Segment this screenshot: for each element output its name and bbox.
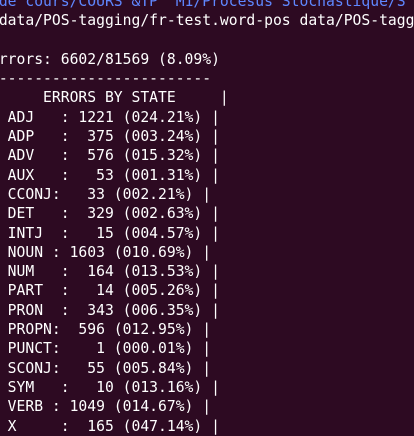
table-row-sconj: | SCONJ: 55 (005.84%) | — [0, 359, 212, 377]
terminal-window[interactable]: de cours/COURS &TP M1/Procesus Stochasti… — [0, 0, 414, 436]
table-row-num: | NUM : 164 (013.53%) | — [0, 263, 220, 281]
table-row-adv: | ADV : 576 (015.32%) | — [0, 147, 220, 165]
table-row-cconj: | CCONJ: 33 (002.21%) | — [0, 185, 212, 203]
table-row-sym: | SYM : 10 (013.16%) | — [0, 378, 220, 396]
table-row-noun: | NOUN : 1603 (010.69%) | — [0, 243, 212, 261]
errors-summary: Errors: 6602/81569 (8.09%) — [0, 50, 220, 68]
table-row-punct: | PUNCT: 1 (000.01%) | — [0, 340, 212, 358]
table-row-verb: | VERB : 1049 (014.67%) | — [0, 398, 212, 416]
table-row-det: | DET : 329 (002.63%) | — [0, 205, 220, 223]
terminal-command-line: data/POS-tagging/fr-test.word-pos data/P… — [0, 12, 414, 30]
table-row-aux: | AUX : 53 (001.31%) | — [0, 166, 220, 184]
table-row-adj: | ADJ : 1221 (024.21%) | — [0, 108, 220, 126]
table-row-adp: | ADP : 375 (003.24%) | — [0, 128, 220, 146]
table-separator-top: ------------------------- — [0, 70, 212, 88]
table-header: | ERRORS BY STATE | — [0, 89, 229, 107]
table-row-propn: | PROPN: 596 (012.95%) | — [0, 321, 212, 339]
table-row-intj: | INTJ : 15 (004.57%) | — [0, 224, 220, 242]
table-row-pron: | PRON : 343 (006.35%) | — [0, 301, 220, 319]
table-row-part: | PART : 14 (005.26%) | — [0, 282, 220, 300]
terminal-output: de cours/COURS &TP M1/Procesus Stochasti… — [0, 0, 414, 436]
terminal-path-line: de cours/COURS &TP M1/Procesus Stochasti… — [0, 0, 406, 10]
table-row-x: | X : 165 (047.14%) | — [0, 417, 220, 435]
